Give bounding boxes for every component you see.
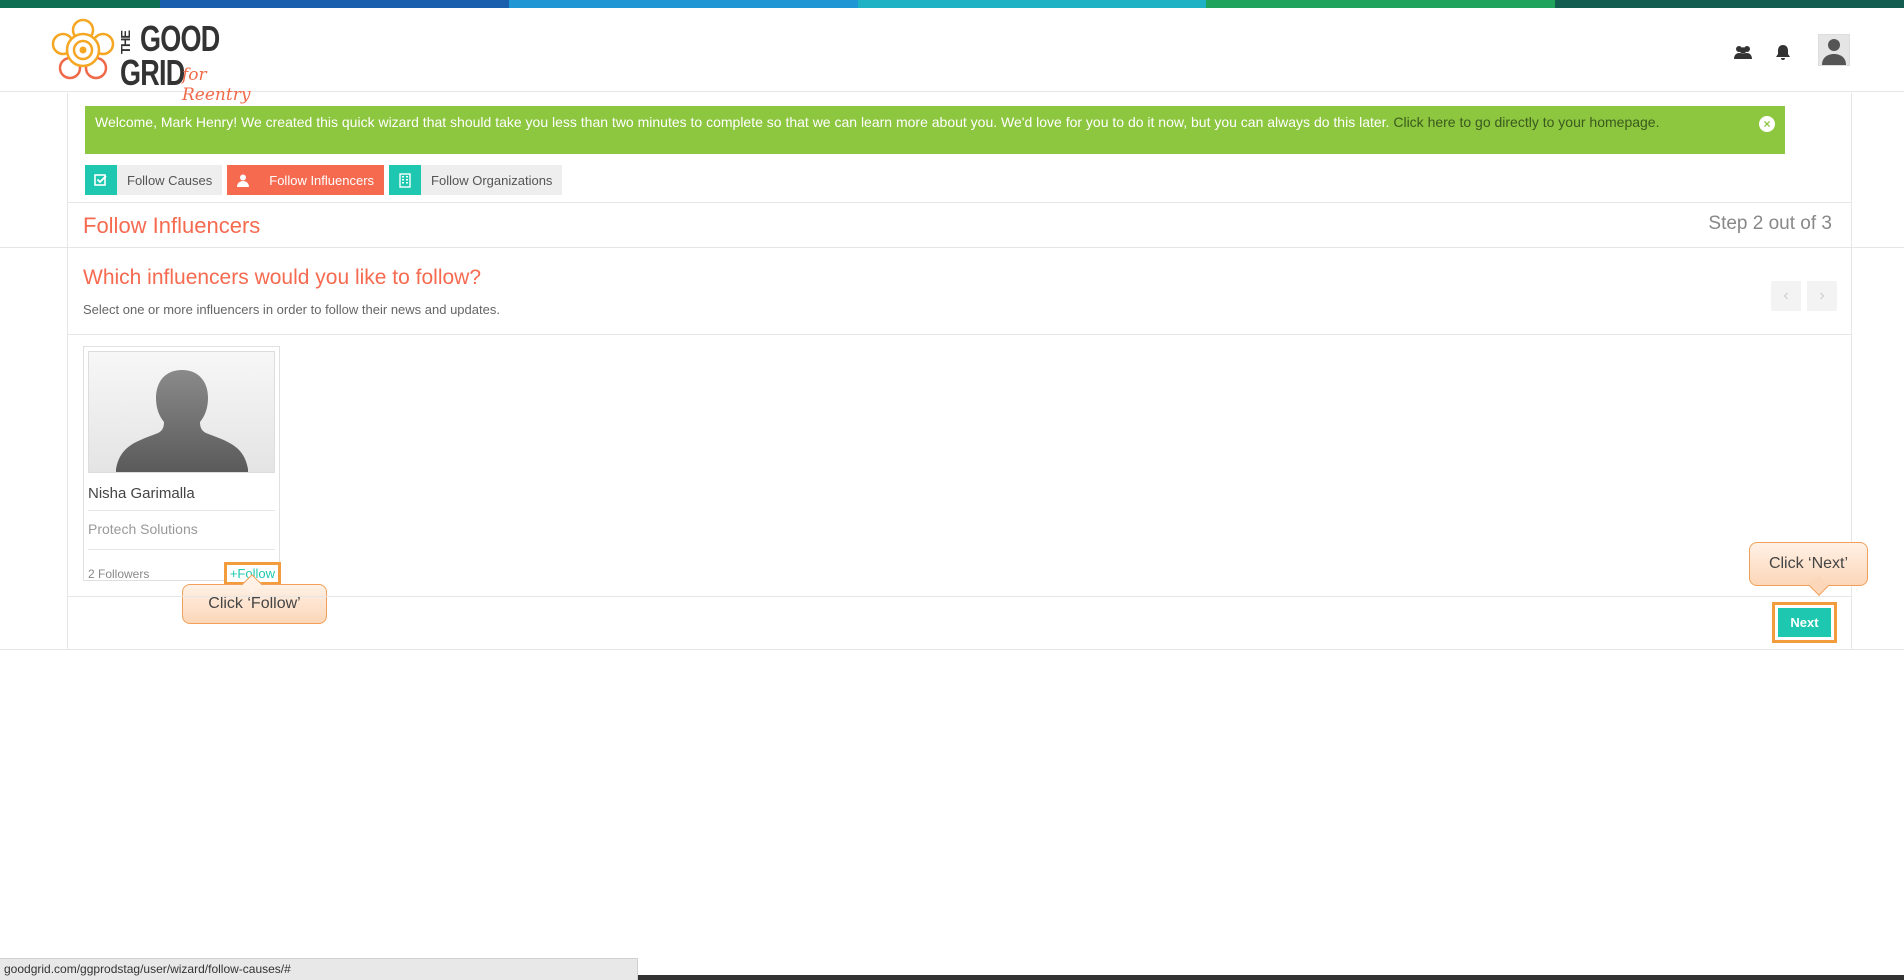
top-color-segment (160, 0, 509, 8)
top-color-segment (0, 0, 160, 8)
bottom-strip (638, 975, 1904, 980)
building-icon (389, 165, 422, 195)
check-square-icon (85, 165, 117, 195)
chevron-left-icon: ‹ (1783, 287, 1789, 304)
user-icon (227, 165, 260, 195)
step-label: Follow Organizations (421, 165, 563, 195)
step-count: Step 2 out of 3 (1708, 213, 1832, 234)
divider (0, 649, 1904, 650)
step-label: Follow Influencers (259, 165, 385, 195)
logo-the: THE (118, 31, 133, 54)
next-callout-text: Click ‘Next’ (1768, 555, 1849, 572)
top-color-bar (0, 0, 1904, 8)
divider (67, 202, 1852, 203)
next-button[interactable]: Next (1778, 608, 1831, 637)
welcome-message: Welcome, Mark Henry! We created this qui… (95, 114, 1390, 130)
wizard-steps: Follow Causes Follow Influencers Follow … (85, 165, 563, 195)
influencer-card: Nisha Garimalla Protech Solutions 2 Foll… (83, 346, 281, 585)
top-color-segment (1555, 0, 1904, 8)
divider (67, 334, 1852, 335)
browser-status-url: goodgrid.com/ggprodstag/user/wizard/foll… (0, 958, 638, 980)
step-follow-influencers[interactable]: Follow Influencers (227, 165, 385, 195)
flower-logo-icon (51, 18, 115, 80)
step-label: Follow Causes (117, 165, 223, 195)
logo-grid: GRID (120, 52, 185, 93)
divider (67, 596, 1852, 597)
top-color-segment (857, 0, 1207, 8)
top-color-segment (1206, 0, 1556, 8)
follower-count: 2 Followers (88, 566, 150, 581)
good-grid-logo[interactable]: THE GOOD GRID for Reentry (48, 14, 268, 105)
step-follow-organizations[interactable]: Follow Organizations (389, 165, 563, 195)
follow-callout: Click ‘Follow’ (182, 574, 327, 624)
user-avatar[interactable] (1818, 34, 1850, 66)
step-follow-causes[interactable]: Follow Causes (85, 165, 223, 195)
question-subtitle: Select one or more influencers in order … (83, 302, 500, 317)
welcome-banner: Welcome, Mark Henry! We created this qui… (85, 106, 1785, 154)
site-header: THE GOOD GRID for Reentry (0, 8, 1904, 105)
follow-callout-text: Click ‘Follow’ (208, 595, 301, 612)
divider (0, 247, 1904, 248)
users-icon[interactable] (1731, 40, 1755, 64)
silhouette-icon (115, 370, 248, 472)
influencer-photo (88, 351, 275, 473)
homepage-link[interactable]: Click here to go directly to your homepa… (1393, 114, 1659, 130)
chevron-right-icon: › (1819, 287, 1825, 304)
carousel-prev-button[interactable]: ‹ (1771, 281, 1801, 311)
carousel-next-button[interactable]: › (1807, 281, 1837, 311)
question-title: Which influencers would you like to foll… (83, 266, 482, 289)
next-callout: Click ‘Next’ (1749, 542, 1868, 596)
close-icon[interactable]: × (1759, 116, 1775, 132)
top-color-segment (508, 0, 858, 8)
next-button-highlight: Next (1772, 602, 1837, 643)
influencer-org: Protech Solutions (88, 521, 275, 550)
section-title: Follow Influencers (83, 213, 261, 238)
bell-icon[interactable] (1771, 40, 1795, 64)
influencer-name[interactable]: Nisha Garimalla (88, 485, 275, 511)
